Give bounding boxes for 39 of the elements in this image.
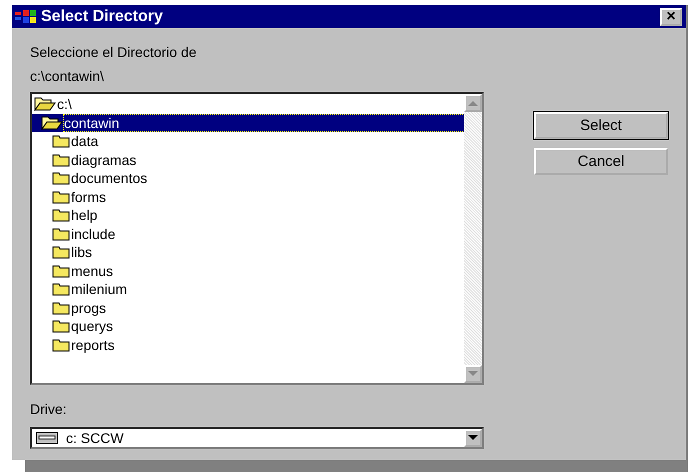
folder-icon — [52, 300, 70, 315]
window-title: Select Directory — [41, 8, 164, 26]
directory-item[interactable]: querys — [32, 317, 464, 336]
open-folder-icon — [34, 97, 56, 112]
directory-item[interactable]: data — [32, 132, 464, 150]
folder-icon — [52, 282, 70, 296]
folder-icon — [52, 171, 70, 186]
drive-icon — [36, 432, 58, 444]
directory-item[interactable]: contawin — [32, 114, 464, 132]
directory-item[interactable]: documentos — [32, 169, 464, 188]
directory-item[interactable]: help — [32, 206, 464, 224]
directory-item[interactable]: progs — [32, 298, 464, 317]
folder-icon — [52, 134, 70, 148]
folder-icon — [52, 319, 70, 334]
folder-icon — [52, 152, 70, 167]
directory-item[interactable]: milenium — [32, 280, 464, 298]
folder-icon — [52, 190, 70, 204]
drive-label: Drive: — [30, 400, 68, 419]
cancel-button[interactable]: Cancel — [534, 148, 668, 175]
open-folder-icon — [41, 116, 63, 130]
directory-item[interactable]: reports — [32, 336, 464, 354]
directory-item[interactable]: menus — [32, 262, 464, 280]
path-label: c:\contawin\ — [30, 67, 105, 86]
prompt-label: Seleccione el Directorio de — [30, 43, 198, 62]
folder-icon — [52, 226, 70, 241]
app-icon — [15, 8, 37, 24]
scrollbar[interactable] — [464, 94, 482, 383]
select-button[interactable]: Select — [534, 112, 668, 139]
folder-icon — [52, 208, 70, 222]
directory-item[interactable]: libs — [32, 243, 464, 262]
directory-item[interactable]: c:\ — [32, 95, 464, 114]
folder-icon — [52, 338, 70, 352]
drive-dropdown[interactable]: c: SCCW — [30, 427, 484, 449]
folder-icon — [52, 245, 70, 260]
directory-item[interactable]: forms — [32, 188, 464, 206]
directory-item[interactable]: include — [32, 224, 464, 243]
close-button[interactable]: × — [660, 8, 682, 26]
directory-item[interactable]: diagramas — [32, 150, 464, 169]
folder-icon — [52, 264, 70, 278]
